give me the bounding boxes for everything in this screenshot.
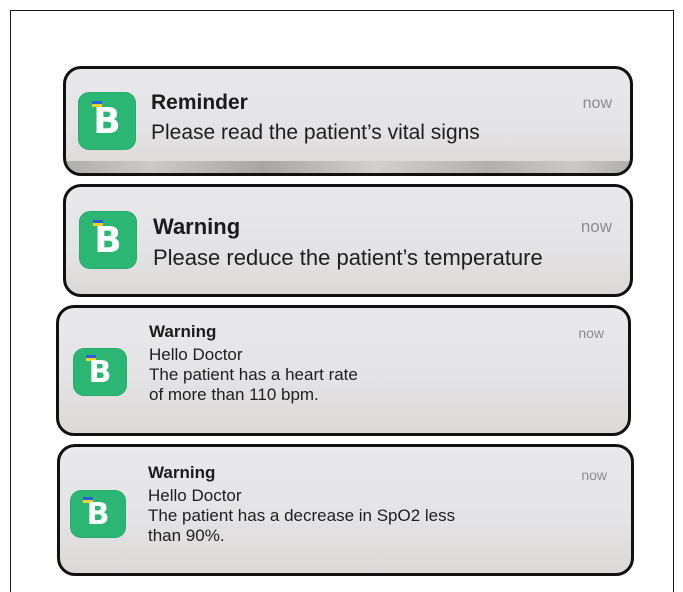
- notification-body: Hello Doctor The patient has a decrease …: [148, 486, 455, 546]
- notification-title: Warning: [148, 463, 216, 482]
- notification-time: now: [580, 217, 612, 236]
- b-app-icon: B: [79, 211, 137, 269]
- notification-time: now: [582, 95, 612, 112]
- notification-body: Hello Doctor The patient has a heart rat…: [149, 345, 358, 405]
- notification-time: now: [578, 325, 604, 341]
- notification-line: The patient has a heart rate: [149, 365, 358, 385]
- notification-line: The patient has a decrease in SpO2 less: [148, 506, 456, 526]
- notification-title: Warning: [149, 322, 217, 341]
- notification-title: Warning: [153, 214, 241, 239]
- notification-warning-heart-rate[interactable]: B Warning now Hello Doctor The patient h…: [56, 305, 631, 436]
- b-app-icon: B: [78, 92, 136, 150]
- app-icon-letter: B: [88, 354, 112, 390]
- notification-reminder[interactable]: B Reminder now Please read the patient’s…: [63, 66, 633, 176]
- b-app-icon: B: [70, 490, 126, 538]
- notification-line: of more than 110 bpm.: [149, 385, 319, 405]
- notification-body: Please reduce the patient’s temperature: [153, 245, 543, 271]
- app-icon-letter: B: [94, 219, 122, 261]
- notification-title: Reminder: [151, 91, 248, 114]
- app-icon-letter: B: [86, 496, 110, 532]
- notification-line: Please read the patient’s vital signs: [151, 121, 480, 144]
- notification-line: than 90%.: [148, 526, 225, 546]
- notification-line: Please reduce the patient’s temperature: [153, 245, 543, 270]
- notification-line: Hello Doctor: [148, 486, 242, 505]
- notification-line: Hello Doctor: [149, 345, 243, 364]
- b-app-icon: B: [73, 348, 127, 396]
- notification-body: Please read the patient’s vital signs: [151, 121, 480, 146]
- notification-time: now: [581, 467, 607, 483]
- notification-warning-spo2[interactable]: B Warning now Hello Doctor The patient h…: [57, 444, 634, 576]
- notification-warning-temperature[interactable]: B Warning now Please reduce the patient’…: [63, 184, 633, 297]
- app-icon-letter: B: [93, 100, 121, 142]
